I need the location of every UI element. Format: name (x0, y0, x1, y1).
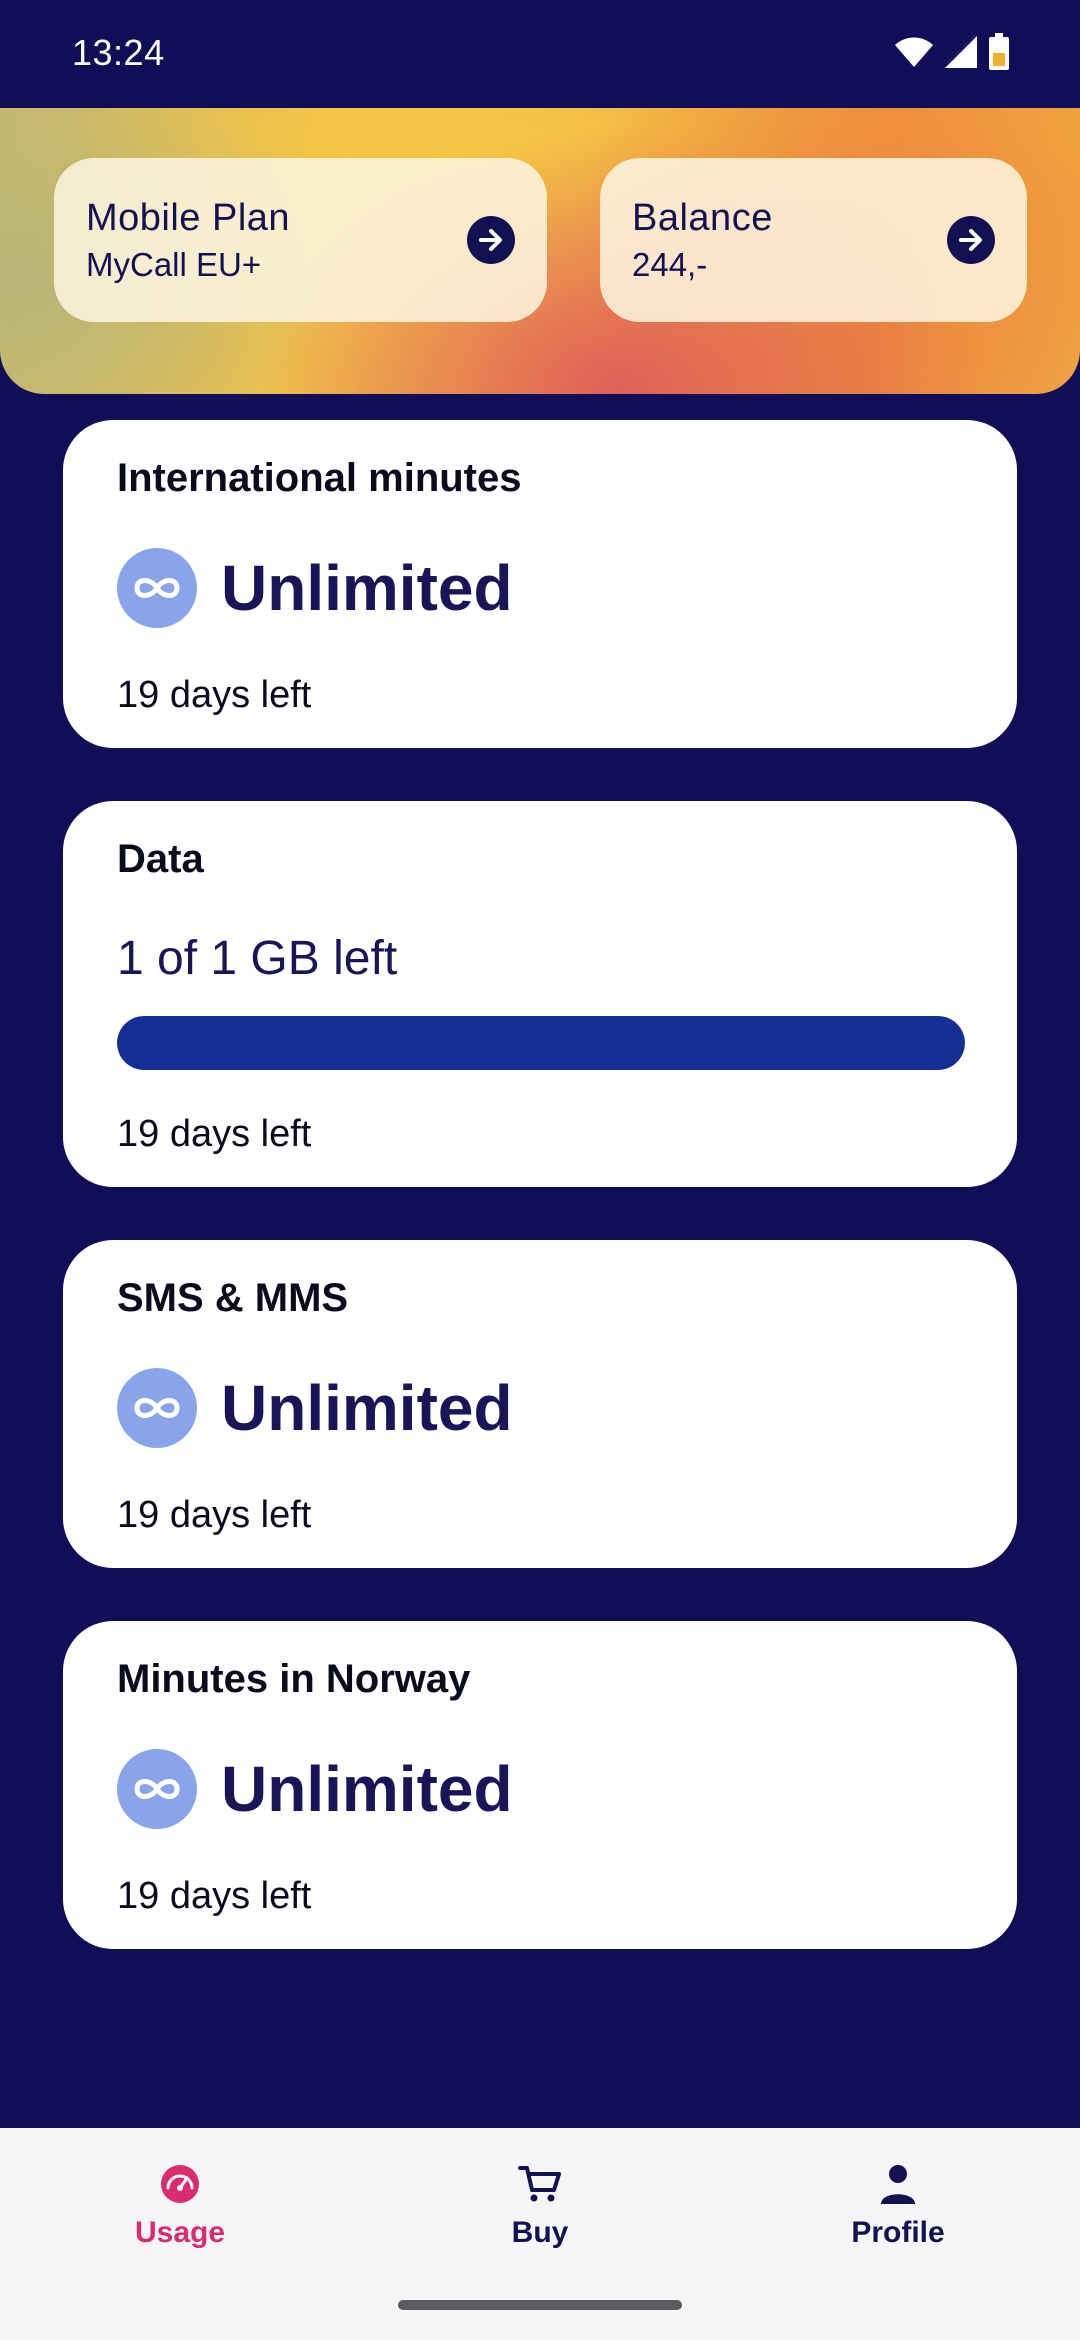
days-left: 19 days left (117, 1494, 312, 1536)
home-indicator[interactable] (398, 2300, 682, 2310)
arrow-right-icon[interactable] (467, 216, 515, 264)
data-progress-bar (117, 1016, 965, 1070)
unlimited-row: Unlimited (117, 1368, 513, 1448)
nav-item-usage[interactable]: Usage (80, 2160, 280, 2250)
nav-label-buy: Buy (511, 2216, 569, 2249)
balance-title: Balance (632, 196, 773, 239)
infinity-icon (117, 548, 197, 628)
unlimited-label: Unlimited (221, 552, 513, 624)
days-left: 19 days left (117, 674, 312, 716)
unlimited-row: Unlimited (117, 1749, 513, 1829)
speedometer-icon (156, 2160, 204, 2208)
days-left: 19 days left (117, 1113, 312, 1155)
balance-card[interactable]: Balance 244,- (600, 158, 1027, 322)
arrow-right-icon[interactable] (947, 216, 995, 264)
mobile-plan-value: MyCall EU+ (86, 245, 262, 283)
status-icons (894, 32, 1010, 76)
data-card[interactable]: Data 1 of 1 GB left 19 days left (63, 801, 1017, 1187)
mobile-plan-card[interactable]: Mobile Plan MyCall EU+ (54, 158, 547, 322)
data-progress-fill (117, 1016, 965, 1070)
infinity-icon (117, 1749, 197, 1829)
infinity-icon (117, 1368, 197, 1448)
international-minutes-card[interactable]: International minutes Unlimited 19 days … (63, 420, 1017, 748)
unlimited-row: Unlimited (117, 548, 513, 628)
card-title: International minutes (117, 456, 522, 500)
days-left: 19 days left (117, 1875, 312, 1917)
wifi-icon (894, 36, 934, 73)
cellular-signal-icon (944, 35, 978, 74)
nav-item-profile[interactable]: Profile (798, 2160, 998, 2250)
nav-item-buy[interactable]: Buy (440, 2160, 640, 2250)
status-bar: 13:24 (0, 0, 1080, 108)
unlimited-label: Unlimited (221, 1753, 513, 1825)
sms-mms-card[interactable]: SMS & MMS Unlimited 19 days left (63, 1240, 1017, 1568)
data-remaining-text: 1 of 1 GB left (117, 932, 398, 985)
usage-screen: 13:24 Mobile Plan MyCall EU+ Balance 244… (0, 0, 1080, 2340)
card-title: Data (117, 837, 204, 881)
minutes-norway-card[interactable]: Minutes in Norway Unlimited 19 days left (63, 1621, 1017, 1949)
balance-value: 244,- (632, 245, 708, 283)
nav-label-profile: Profile (851, 2216, 945, 2249)
battery-icon (988, 32, 1010, 76)
nav-label-usage: Usage (134, 2216, 226, 2249)
status-time: 13:24 (72, 32, 165, 73)
unlimited-label: Unlimited (221, 1372, 513, 1444)
cart-icon (516, 2160, 564, 2208)
person-icon (874, 2160, 922, 2208)
card-title: SMS & MMS (117, 1276, 349, 1320)
mobile-plan-title: Mobile Plan (86, 196, 291, 239)
card-title: Minutes in Norway (117, 1657, 471, 1701)
